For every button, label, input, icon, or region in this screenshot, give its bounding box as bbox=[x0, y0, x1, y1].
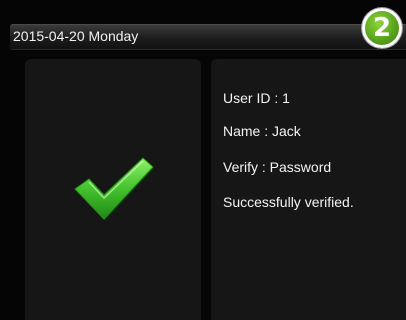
device-screen: 2015-04-20 Monday 2 User ID : 1 Name : J… bbox=[0, 0, 406, 320]
verification-result-text: Successfully verified. bbox=[223, 194, 354, 210]
date-label: 2015-04-20 Monday bbox=[13, 28, 139, 44]
step-number-badge: 2 bbox=[362, 8, 402, 48]
user-id-text: User ID : 1 bbox=[223, 90, 290, 106]
verification-icon-panel bbox=[25, 59, 201, 320]
name-text: Name : Jack bbox=[223, 123, 301, 139]
verify-method-text: Verify : Password bbox=[223, 159, 332, 175]
verification-info-panel: User ID : 1 Name : Jack Verify : Passwor… bbox=[211, 59, 406, 320]
checkmark-icon bbox=[74, 157, 154, 221]
